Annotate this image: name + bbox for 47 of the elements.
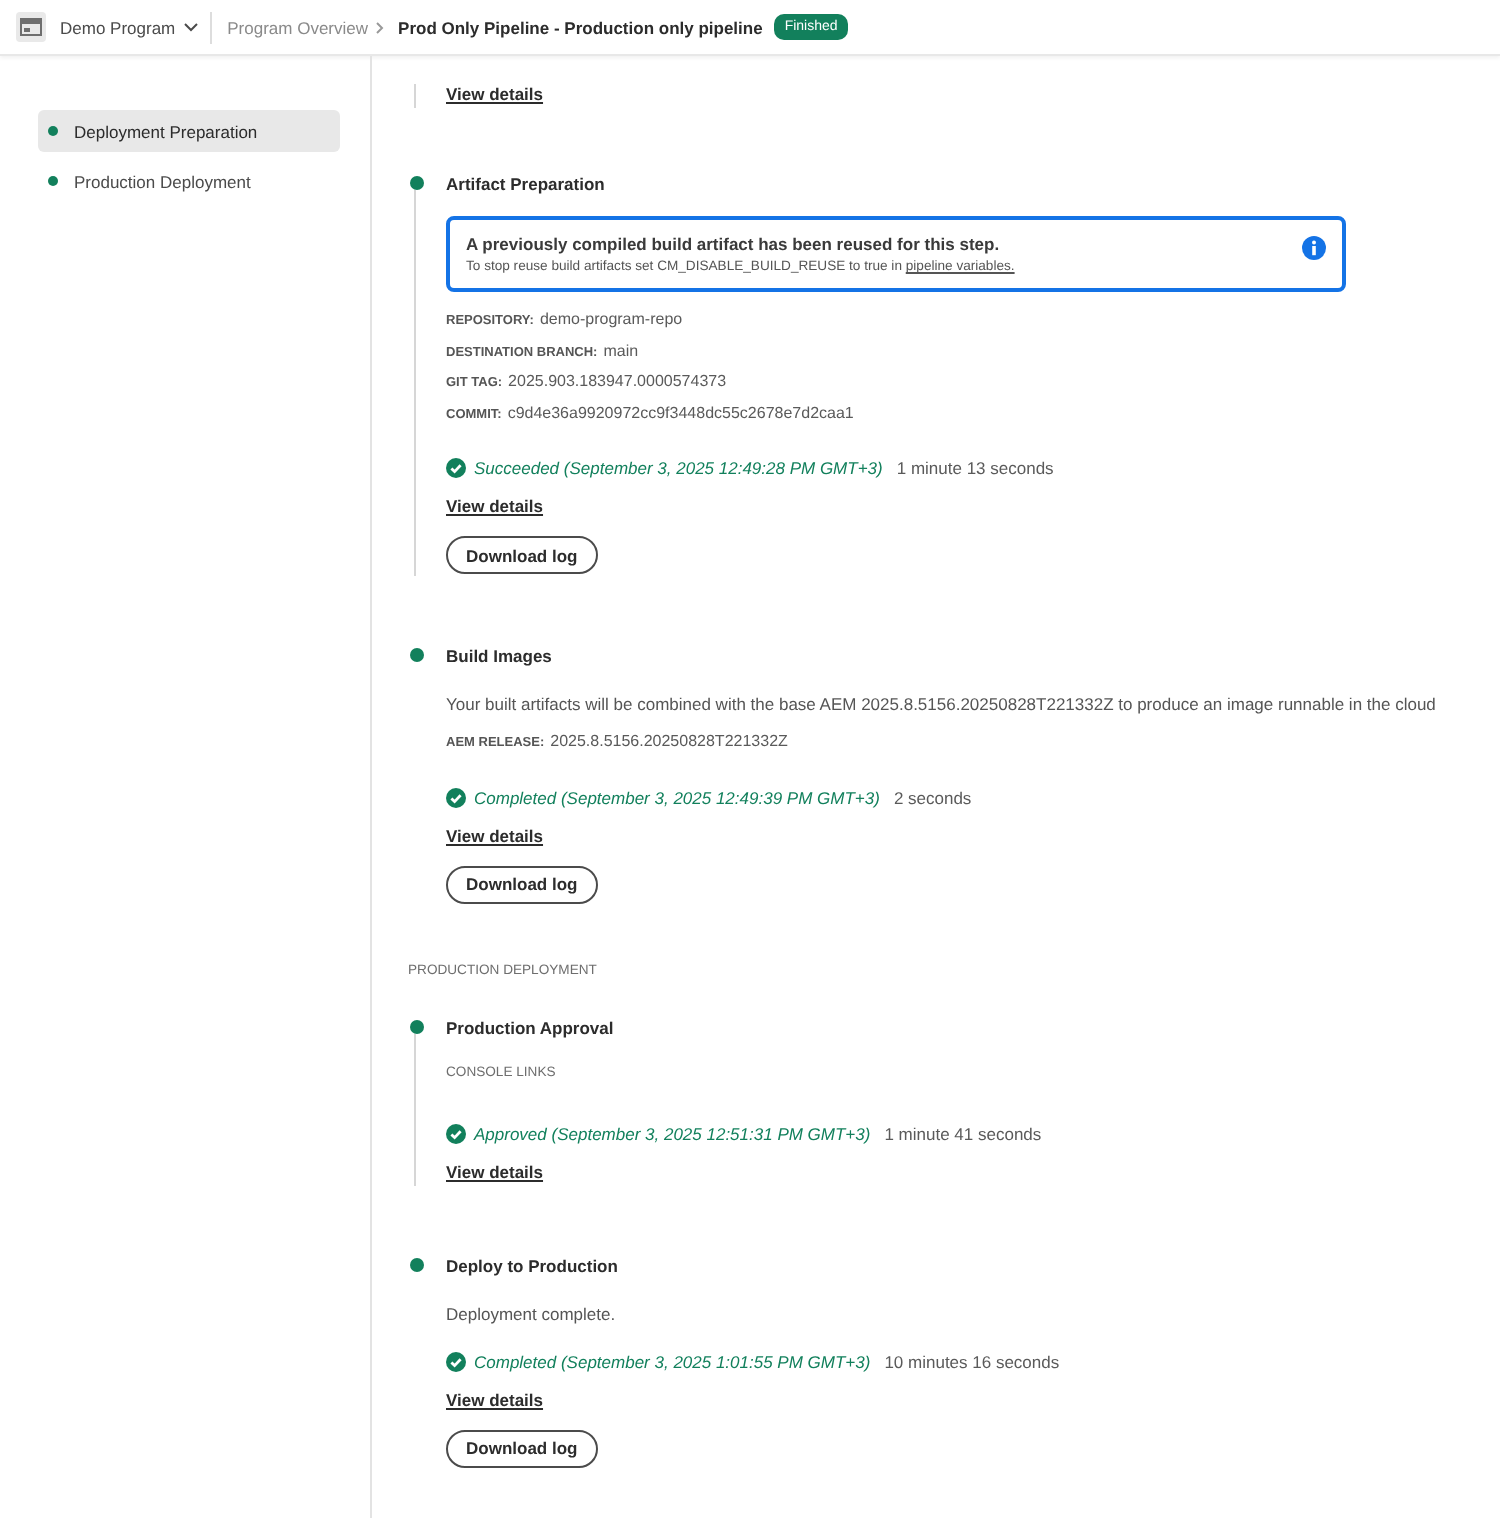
field-value: 2025.903.183947.0000574373 [508,372,727,390]
caret-icon [183,22,198,32]
step-description: Deployment complete. [446,1303,618,1323]
field-value: c9d4e36a9920972cc9f3448dc55c2678e7d2caa1 [507,403,854,421]
check-circle-icon [446,1351,466,1371]
download-log-button[interactable]: Download log [446,536,598,574]
status-text: Approved (September 3, 2025 12:51:31 PM GMT+3) [474,1123,871,1143]
step-title: Deploy to Production [446,1255,620,1275]
view-details-link[interactable]: View details [446,1161,544,1183]
step-dot [410,648,424,662]
download-log-button[interactable]: Download log [446,865,598,903]
status-text: Completed (September 3, 2025 1:01:55 PM GMT+3) [474,1351,871,1371]
step-dot [410,176,424,190]
field-value: demo-program-repo [539,310,683,328]
status-text: Succeeded (September 3, 2025 12:49:28 PM GMT+3) [474,458,883,478]
field-value: main [603,341,639,359]
step-title: Artifact Preparation [446,174,607,194]
check-circle-icon [446,787,466,807]
field-value: 2025.8.5156.20250828T221332Z [550,732,788,750]
duration-text: 2 seconds [893,787,972,807]
step-dot [410,1257,424,1271]
status-dot [48,176,58,186]
status-dot [48,126,58,136]
duration-text: 10 minutes 16 seconds [884,1351,1060,1371]
chevron-right-icon [376,21,385,33]
app-window-icon [20,18,42,36]
check-circle-icon [446,1123,466,1143]
page-title: Prod Only Pipeline - Production only pipeline [398,17,763,37]
step-title: Production Approval [446,1017,616,1037]
view-details-link[interactable]: View details [446,84,544,106]
step-description: Your built artifacts will be combined with the base AEM 2025.8.5156.20250828T221332Z to produce an image runnable in the cloud [446,694,1438,714]
sidebar-item[interactable]: Deployment Preparation [38,110,340,152]
notice-title: A previously compiled build artifact has been reused for this step. [466,234,1002,254]
download-log-button[interactable]: Download log [446,1429,598,1467]
view-details-link[interactable]: View details [446,496,544,518]
step-dot [410,1019,424,1033]
duration-text: 1 minute 41 seconds [884,1123,1042,1143]
duration-text: 1 minute 13 seconds [896,458,1054,478]
view-details-link[interactable]: View details [446,825,544,847]
program-switcher[interactable]: Demo Program [46,17,210,37]
sidebar-item[interactable]: Production Deployment [38,160,340,202]
info-icon [1302,236,1326,260]
status-text: Completed (September 3, 2025 12:49:39 PM GMT+3) [474,787,880,807]
check-circle-icon [446,458,466,478]
view-details-link[interactable]: View details [446,1389,544,1411]
breadcrumb-link[interactable]: Program Overview [227,17,369,37]
step-title: Build Images [446,646,554,666]
